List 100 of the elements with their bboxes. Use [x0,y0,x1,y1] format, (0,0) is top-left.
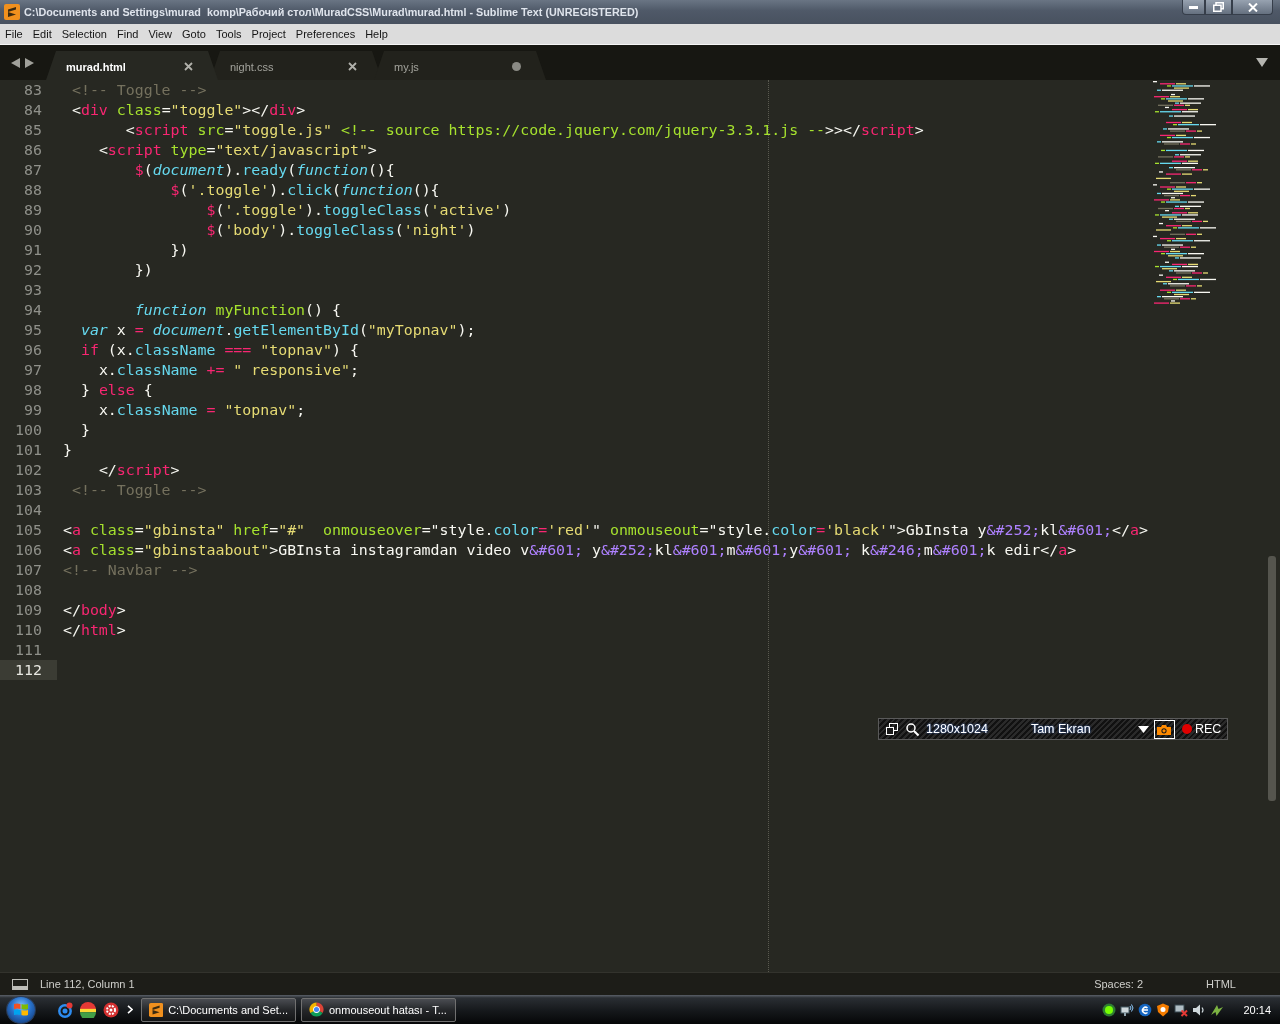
minimize-button[interactable] [1182,0,1205,15]
line-number: 109 [15,600,42,620]
code-line: $('body').toggleClass('night') [206,220,476,240]
striped-ball-icon[interactable] [80,1001,96,1018]
code-line: $('.toggle').click(function(){ [170,180,440,200]
menu-item[interactable]: Project [246,26,291,42]
record-button[interactable]: REC [1181,722,1222,736]
close-icon [1247,2,1258,12]
code-line: }) [134,260,153,280]
menu-item[interactable]: Goto [177,26,211,42]
left-arrow-icon[interactable] [11,57,20,68]
right-arrow-icon[interactable] [25,57,34,68]
line-number: 95 [24,320,42,340]
code-line: <!-- Navbar --> [63,560,198,580]
window-title: C:\Documents and Settings\murad komp\Рабочий стол\MuradCSS\Murad\murad.html - Sublime Text (UNREGISTERED) [24,5,639,20]
restore-icon [1213,2,1224,12]
line-number: 91 [24,240,42,260]
line-number: 103 [15,480,42,500]
scrollbar-thumb[interactable] [1268,556,1276,801]
status-dot-icon[interactable] [1102,1002,1117,1017]
segmented-circle-icon [309,1002,324,1017]
mode-select[interactable]: Tam Ekran [1030,722,1149,736]
search-icon[interactable] [906,722,919,736]
line-number: 84 [24,100,42,120]
line-number: 87 [24,160,42,180]
maximize-button[interactable] [1205,0,1232,15]
speaker-icon[interactable] [1192,1002,1207,1017]
code-line: x.className = "topnav"; [98,400,306,420]
code-line: } else { [80,380,153,400]
shield-icon[interactable] [1156,1002,1171,1017]
code-line: <!-- Toggle --> [71,80,207,100]
code-line: } [63,440,72,460]
line-number: 86 [24,140,42,160]
line-number: 105 [15,520,42,540]
menu-item[interactable]: View [143,26,178,42]
code-line: <div class="toggle"></div> [71,100,306,120]
chevron-icon[interactable] [127,1005,133,1014]
menu-item[interactable]: Find [111,26,144,42]
code-line: </script> [98,460,180,480]
line-number: 100 [15,420,42,440]
line-number: 83 [24,80,42,100]
gear-icon[interactable] [103,1001,119,1018]
line-number: 102 [15,460,42,480]
line-number: 110 [15,620,42,640]
caret-icon[interactable] [1256,58,1268,67]
code-line: function myFunction() { [134,300,341,320]
app-logo-icon [4,4,20,20]
line-number: 93 [24,280,42,300]
camera-button[interactable] [1153,719,1175,739]
code-line: $('.toggle').toggleClass('active') [206,200,512,220]
code-line: var x = document.getElementById("myTopnav"); [80,320,476,340]
code-line: <!-- Toggle --> [71,480,207,500]
record-dot-icon [1181,724,1192,734]
menu-item[interactable]: Help [360,26,393,42]
network-error-icon[interactable] [1174,1002,1189,1017]
minimize-icon [1189,5,1198,9]
menu-item[interactable]: Edit [27,26,57,42]
code-line: </body> [63,600,126,620]
menu-item[interactable]: Preferences [290,26,361,42]
line-number: 106 [15,540,42,560]
indentation-setting[interactable]: Spaces: 2 [1094,978,1144,990]
letter-e-icon[interactable] [1138,1002,1153,1017]
network-icon[interactable] [1120,1002,1135,1017]
resolution-label: 1280x1024 [926,722,988,736]
tab[interactable]: murad.html [46,51,218,80]
camera-icon [1157,723,1172,735]
line-number: 92 [24,260,42,280]
line-number: 107 [15,560,42,580]
menu-item[interactable]: Selection [56,26,112,42]
ring-icon[interactable] [57,1001,73,1018]
line-number: 104 [15,500,42,520]
cursor-position: Line 112, Column 1 [40,978,135,990]
line-number: 101 [15,440,42,460]
line-number: 99 [24,400,42,420]
overlapping-squares-icon[interactable] [886,723,898,735]
code-line: <script src="toggle.js" <!-- source https://code.jquery.com/jquery-3.3.1.js -->></script> [125,120,924,140]
close-icon[interactable] [348,62,357,71]
clock[interactable]: 20:14 [1243,1003,1271,1016]
line-number: 89 [24,200,42,220]
code-line: <a class="gbinsta" href="#" onmouseover="style.color='red'" onmouseout="style.color='black'">GbInsta y&#252;kl&#601;</a> [63,520,1148,540]
line-number: 90 [24,220,42,240]
close-button[interactable] [1232,0,1273,15]
line-number: 98 [24,380,42,400]
start-button[interactable] [6,995,36,1024]
taskbar-button[interactable]: C:\Documents and Set... [141,997,296,1022]
menu-item[interactable]: Tools [210,26,247,42]
taskbar-button[interactable]: onmouseout hatası - T... [301,997,456,1022]
panel-icon[interactable] [12,978,28,990]
code-line: x.className += " responsive"; [98,360,359,380]
line-number: 88 [24,180,42,200]
line-number: 112 [15,660,42,680]
code-line: $(document).ready(function(){ [134,160,395,180]
line-number: 96 [24,340,42,360]
windows-logo-icon [14,1003,28,1016]
syntax-setting[interactable]: HTML [1206,978,1236,990]
close-icon[interactable] [184,62,193,71]
line-number: 108 [15,580,42,600]
line-number: 111 [15,640,42,660]
code-line: <a class="gbinstaabout">GBInsta instagramdan video v&#601; y&#252;kl&#601;m&#601;y&#601; k&#246;m&#601;k edir</a> [63,540,1077,560]
menu-item[interactable]: File [0,26,28,42]
